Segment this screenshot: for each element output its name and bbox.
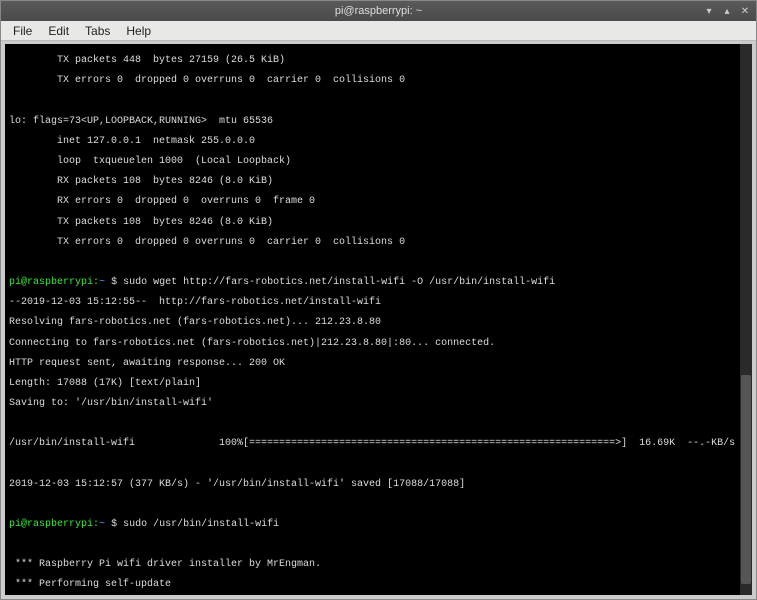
- prompt-path: ~: [99, 519, 105, 530]
- output-line: Resolving fars-robotics.net (fars-roboti…: [9, 318, 748, 328]
- command-text: sudo /usr/bin/install-wifi: [117, 519, 279, 530]
- output-line: Length: 17088 (17K) [text/plain]: [9, 379, 748, 389]
- terminal-window: pi@raspberrypi: ~ ▾ ▴ ✕ File Edit Tabs H…: [0, 0, 757, 600]
- window-title: pi@raspberrypi: ~: [335, 5, 422, 17]
- prompt-path: ~: [99, 277, 105, 288]
- menu-tabs[interactable]: Tabs: [77, 22, 118, 40]
- scrollbar-thumb[interactable]: [741, 375, 751, 584]
- menu-help[interactable]: Help: [118, 22, 159, 40]
- output-line: *** Performing self-update: [9, 580, 748, 590]
- output-line: RX errors 0 dropped 0 overruns 0 frame 0: [9, 197, 748, 207]
- prompt-user: pi@raspberrypi: [9, 519, 93, 530]
- prompt-line: pi@raspberrypi:~ $ sudo wget http://fars…: [9, 278, 748, 288]
- output-line: TX packets 108 bytes 8246 (8.0 KiB): [9, 218, 748, 228]
- menu-file[interactable]: File: [5, 22, 40, 40]
- output-line: HTTP request sent, awaiting response... …: [9, 359, 748, 369]
- output-line: [9, 500, 748, 510]
- output-line: [9, 96, 748, 106]
- output-line: Connecting to fars-robotics.net (fars-ro…: [9, 339, 748, 349]
- output-line: TX errors 0 dropped 0 overruns 0 carrier…: [9, 238, 748, 248]
- output-line: --2019-12-03 15:12:55-- http://fars-robo…: [9, 298, 748, 308]
- command-text: sudo wget http://fars-robotics.net/insta…: [117, 277, 555, 288]
- output-line: TX errors 0 dropped 0 overruns 0 carrier…: [9, 76, 748, 86]
- scrollbar[interactable]: [740, 44, 752, 595]
- output-line: TX packets 448 bytes 27159 (26.5 KiB): [9, 56, 748, 66]
- output-line: inet 127.0.0.1 netmask 255.0.0.0: [9, 137, 748, 147]
- output-line: [9, 419, 748, 429]
- minimize-button[interactable]: ▾: [702, 4, 716, 18]
- terminal-area[interactable]: TX packets 448 bytes 27159 (26.5 KiB) TX…: [1, 41, 756, 599]
- output-line: 2019-12-03 15:12:57 (377 KB/s) - '/usr/b…: [9, 480, 748, 490]
- output-line: /usr/bin/install-wifi 100%[=============…: [9, 439, 748, 449]
- output-line: Saving to: '/usr/bin/install-wifi': [9, 399, 748, 409]
- menu-edit[interactable]: Edit: [40, 22, 77, 40]
- prompt-user: pi@raspberrypi: [9, 277, 93, 288]
- output-line: [9, 460, 748, 470]
- window-controls: ▾ ▴ ✕: [702, 4, 752, 18]
- output-line: loop txqueuelen 1000 (Local Loopback): [9, 157, 748, 167]
- output-line: lo: flags=73<UP,LOOPBACK,RUNNING> mtu 65…: [9, 117, 748, 127]
- prompt-line: pi@raspberrypi:~ $ sudo /usr/bin/install…: [9, 520, 748, 530]
- close-button[interactable]: ✕: [738, 4, 752, 18]
- output-line: [9, 258, 748, 268]
- output-line: *** Raspberry Pi wifi driver installer b…: [9, 560, 748, 570]
- maximize-button[interactable]: ▴: [720, 4, 734, 18]
- output-line: [9, 540, 748, 550]
- titlebar[interactable]: pi@raspberrypi: ~ ▾ ▴ ✕: [1, 1, 756, 21]
- output-line: RX packets 108 bytes 8246 (8.0 KiB): [9, 177, 748, 187]
- menubar: File Edit Tabs Help: [1, 21, 756, 41]
